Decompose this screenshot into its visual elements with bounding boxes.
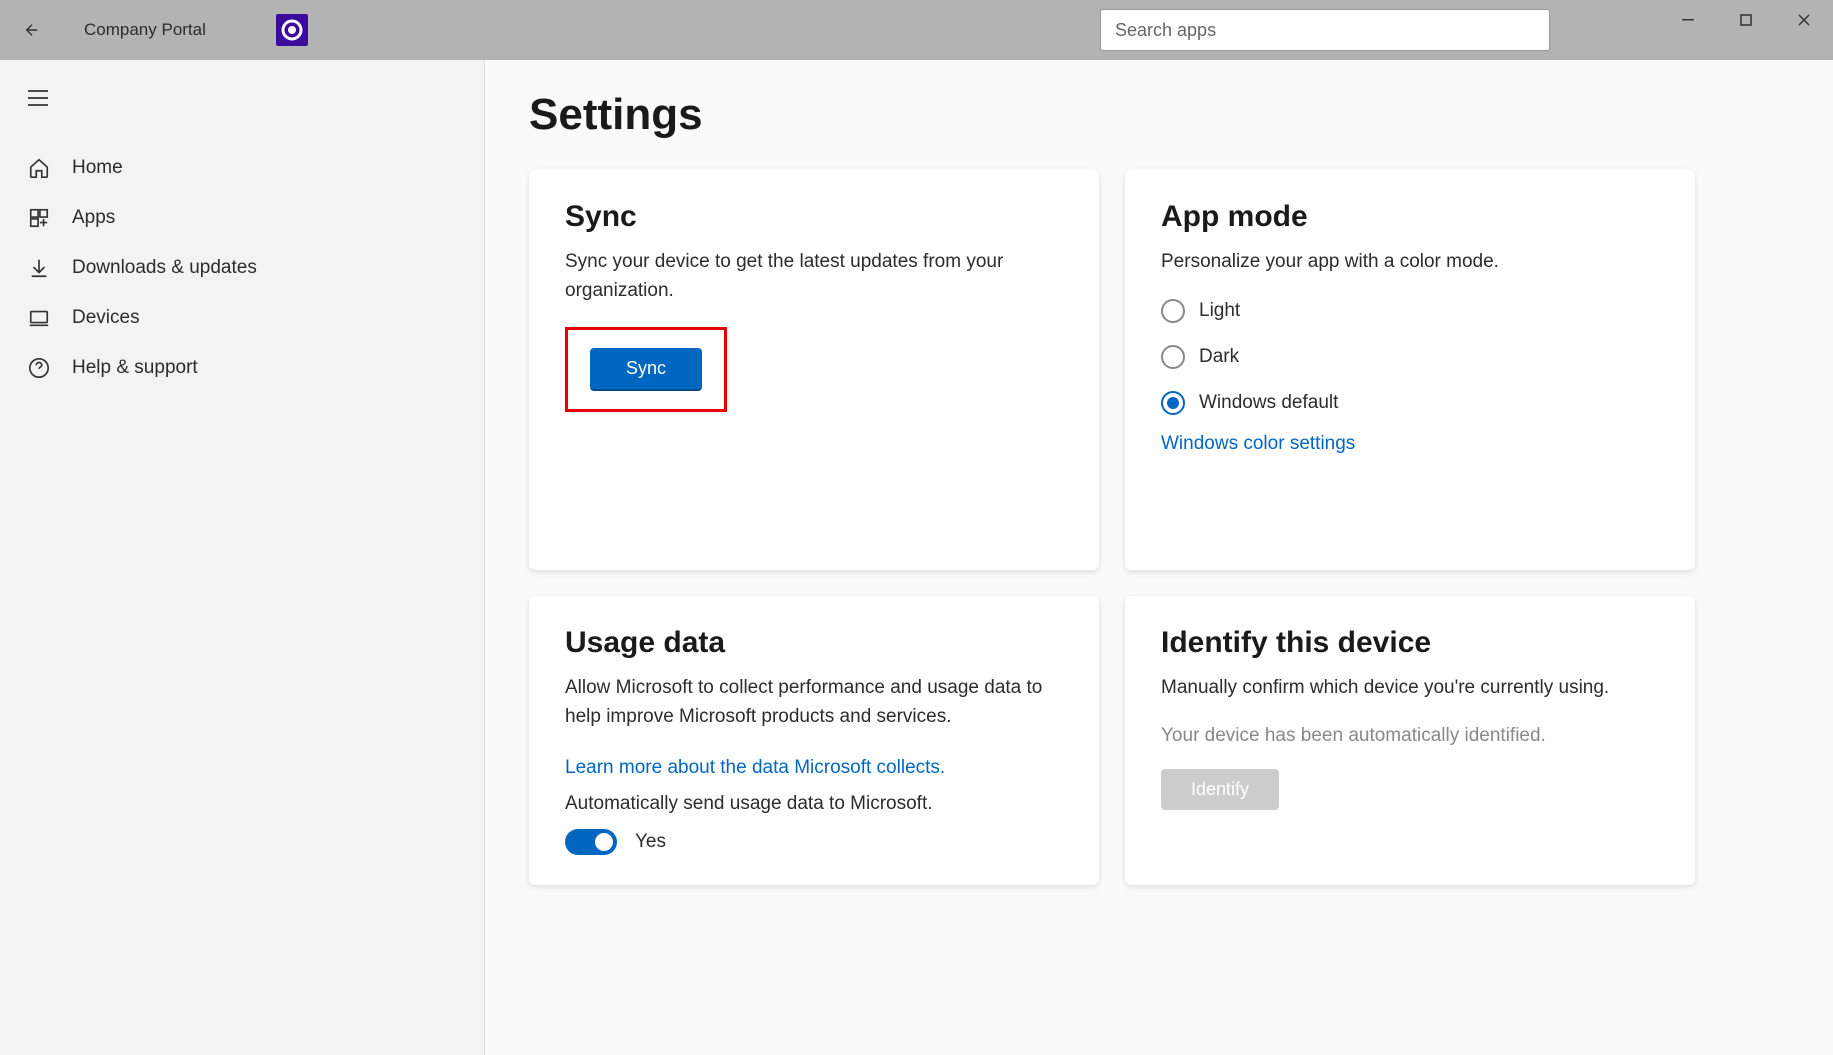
toggle-state-label: Yes (635, 831, 666, 853)
app-logo-icon (276, 14, 308, 46)
card-usage-data: Usage data Allow Microsoft to collect pe… (529, 596, 1099, 885)
radio-icon (1161, 345, 1185, 369)
sidebar-item-label: Devices (72, 307, 140, 329)
close-icon (1797, 13, 1811, 27)
back-button[interactable] (20, 18, 44, 42)
radio-label: Light (1199, 300, 1240, 322)
learn-more-link[interactable]: Learn more about the data Microsoft coll… (565, 757, 945, 779)
sidebar-item-apps[interactable]: Apps (0, 193, 484, 243)
card-description: Allow Microsoft to collect performance a… (565, 674, 1063, 731)
radio-icon (1161, 391, 1185, 415)
radio-label: Windows default (1199, 392, 1338, 414)
radio-label: Dark (1199, 346, 1239, 368)
hamburger-icon (28, 90, 48, 106)
devices-icon (28, 307, 50, 329)
identify-button: Identify (1161, 769, 1279, 810)
radio-dark[interactable]: Dark (1161, 345, 1659, 369)
minimize-icon (1681, 13, 1695, 27)
card-identify-device: Identify this device Manually confirm wh… (1125, 596, 1695, 885)
titlebar: Company Portal (0, 0, 1833, 60)
card-sync: Sync Sync your device to get the latest … (529, 170, 1099, 570)
sidebar-item-downloads[interactable]: Downloads & updates (0, 243, 484, 293)
sidebar-item-devices[interactable]: Devices (0, 293, 484, 343)
close-button[interactable] (1775, 0, 1833, 40)
sidebar-item-label: Home (72, 157, 123, 179)
sidebar-item-label: Help & support (72, 357, 198, 379)
sidebar: Home Apps Downloads & updates Devices (0, 60, 485, 1055)
help-icon (28, 357, 50, 379)
app-title: Company Portal (84, 20, 206, 40)
usage-toggle[interactable] (565, 829, 617, 855)
page-title: Settings (529, 90, 1789, 140)
sync-button[interactable]: Sync (590, 348, 702, 391)
search-input[interactable] (1100, 9, 1550, 51)
auto-send-label: Automatically send usage data to Microso… (565, 793, 1063, 815)
minimize-button[interactable] (1659, 0, 1717, 40)
card-title: Usage data (565, 626, 1063, 660)
sidebar-item-help[interactable]: Help & support (0, 343, 484, 393)
card-title: Sync (565, 200, 1063, 234)
card-description: Sync your device to get the latest updat… (565, 248, 1063, 305)
sidebar-item-label: Downloads & updates (72, 257, 257, 279)
maximize-icon (1739, 13, 1753, 27)
highlight-annotation: Sync (565, 327, 727, 412)
hamburger-button[interactable] (0, 78, 484, 123)
sidebar-item-home[interactable]: Home (0, 143, 484, 193)
content-area: Settings Sync Sync your device to get th… (485, 60, 1833, 1055)
card-app-mode: App mode Personalize your app with a col… (1125, 170, 1695, 570)
radio-icon (1161, 299, 1185, 323)
identify-status: Your device has been automatically ident… (1161, 725, 1659, 747)
window-controls (1659, 0, 1833, 40)
windows-color-settings-link[interactable]: Windows color settings (1161, 433, 1355, 455)
radio-light[interactable]: Light (1161, 299, 1659, 323)
card-title: Identify this device (1161, 626, 1659, 660)
card-description: Manually confirm which device you're cur… (1161, 674, 1659, 703)
toggle-thumb-icon (595, 833, 613, 851)
home-icon (28, 157, 50, 179)
apps-icon (28, 207, 50, 229)
sidebar-item-label: Apps (72, 207, 115, 229)
maximize-button[interactable] (1717, 0, 1775, 40)
arrow-left-icon (23, 21, 41, 39)
radio-windows-default[interactable]: Windows default (1161, 391, 1659, 415)
card-title: App mode (1161, 200, 1659, 234)
card-description: Personalize your app with a color mode. (1161, 248, 1659, 277)
download-icon (28, 257, 50, 279)
